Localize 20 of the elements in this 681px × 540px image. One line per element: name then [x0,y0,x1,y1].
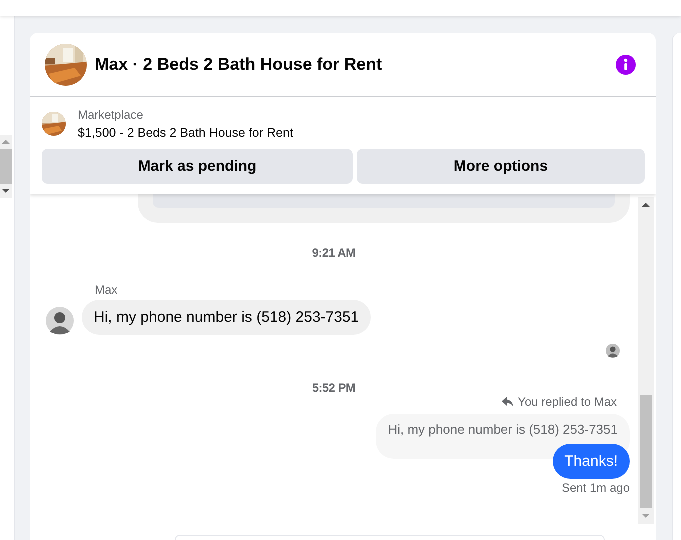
scroll-down-icon[interactable] [2,188,10,194]
message-status: Sent 1m ago [562,481,630,495]
action-button[interactable]: More options [357,149,645,184]
listing-title[interactable]: $1,500 - 2 Beds 2 Bath House for Rent [78,125,294,141]
conversation-title: Max · 2 Beds 2 Bath House for Rent [95,54,384,74]
listing-source: Marketplace [78,107,144,123]
timestamp: 5:52 PM [312,381,356,395]
scrollbar[interactable] [638,197,654,524]
scroll-up-icon[interactable] [642,202,650,208]
scrollbar[interactable] [0,135,12,198]
sender-name: Max [95,282,119,298]
reply-note: You replied to Max [518,395,617,409]
message-bubble: Thanks! [552,444,630,479]
timestamp: 9:21 AM [312,246,356,260]
info-icon[interactable] [616,54,636,74]
avatar-icon[interactable] [46,307,74,335]
reply-icon [502,396,514,408]
action-button[interactable]: Mark as pending [42,149,353,184]
seen-avatar-icon [606,344,620,358]
message-bubble: Hi, my phone number is (518) 253-7351 [82,300,372,335]
